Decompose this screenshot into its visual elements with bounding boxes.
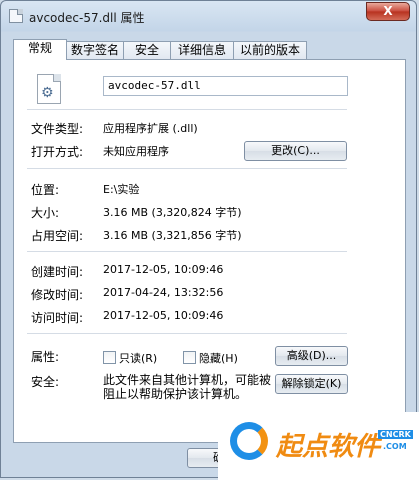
watermark: 起点软件 CNCRK .COM <box>218 412 419 480</box>
divider <box>27 333 347 334</box>
hidden-label: 隐藏(H) <box>199 352 238 365</box>
accessed-value: 2017-12-05, 10:09:46 <box>103 309 224 322</box>
divider <box>27 109 347 110</box>
open-with-label: 打开方式: <box>31 145 84 159</box>
title-bar[interactable]: avcodec-57.dll 属性 X <box>1 1 416 31</box>
file-type-label: 文件类型: <box>31 122 84 136</box>
change-button[interactable]: 更改(C)... <box>244 141 347 161</box>
created-value: 2017-12-05, 10:09:46 <box>103 263 224 276</box>
attributes-label: 属性: <box>31 350 60 364</box>
watermark-badge: CNCRK <box>378 430 413 439</box>
file-type-value: 应用程序扩展 (.dll) <box>103 122 198 135</box>
properties-window: avcodec-57.dll 属性 X 常规 数字签名 安全 详细信息 以前的版… <box>0 0 417 478</box>
security-warning-text: 此文件来自其他计算机，可能被阻止以帮助保护该计算机。 <box>103 373 272 401</box>
tab-digital-signatures[interactable]: 数字签名 <box>66 41 124 59</box>
gear-icon: ⚙ <box>41 85 54 101</box>
readonly-label: 只读(R) <box>119 352 158 365</box>
tab-details[interactable]: 详细信息 <box>170 41 234 59</box>
tab-security[interactable]: 安全 <box>123 41 171 59</box>
checkbox-box[interactable] <box>183 351 196 364</box>
open-with-value: 未知应用程序 <box>103 145 169 158</box>
unblock-button[interactable]: 解除锁定(K) <box>275 374 348 394</box>
watermark-badge-sub: .COM <box>383 442 407 451</box>
divider <box>27 251 347 252</box>
tab-previous-versions[interactable]: 以前的版本 <box>233 41 307 59</box>
watermark-logo-icon <box>230 422 268 460</box>
size-value: 3.16 MB (3,320,824 字节) <box>103 206 242 219</box>
location-value: E:\实验 <box>103 183 140 196</box>
location-label: 位置: <box>31 183 60 197</box>
window-title: avcodec-57.dll 属性 <box>29 11 145 25</box>
accessed-label: 访问时间: <box>31 311 84 325</box>
checkbox-box[interactable] <box>103 351 116 364</box>
modified-value: 2017-04-24, 13:32:56 <box>103 286 224 299</box>
dll-gear-file-icon: ⚙ <box>37 74 61 104</box>
modified-label: 修改时间: <box>31 288 84 302</box>
tab-general[interactable]: 常规 <box>13 39 67 60</box>
hidden-checkbox[interactable]: 隐藏(H) <box>183 350 238 366</box>
divider <box>27 168 347 169</box>
readonly-checkbox[interactable]: 只读(R) <box>103 350 157 366</box>
general-panel: ⚙ avcodec-57.dll 文件类型: 应用程序扩展 (.dll) 打开方… <box>13 59 406 443</box>
dll-file-icon <box>9 9 23 23</box>
security-label: 安全: <box>31 375 60 389</box>
size-on-disk-label: 占用空间: <box>31 229 84 243</box>
watermark-text: 起点软件 <box>276 432 381 462</box>
created-label: 创建时间: <box>31 265 84 279</box>
file-name-input[interactable]: avcodec-57.dll <box>103 76 348 96</box>
close-button[interactable]: X <box>366 2 410 21</box>
size-on-disk-value: 3.16 MB (3,321,856 字节) <box>103 229 242 242</box>
size-label: 大小: <box>31 206 60 220</box>
advanced-button[interactable]: 高级(D)... <box>275 346 348 366</box>
